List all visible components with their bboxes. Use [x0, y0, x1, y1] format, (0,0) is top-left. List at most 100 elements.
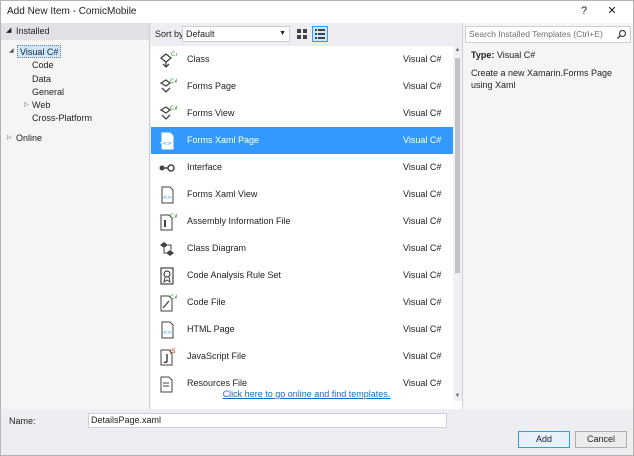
- template-language: Visual C#: [403, 324, 442, 334]
- collapsed-arrow-icon[interactable]: ▷: [24, 99, 29, 112]
- template-row-forms-xaml-page[interactable]: <> Forms Xaml Page Visual C#: [151, 127, 453, 154]
- collapsed-arrow-icon[interactable]: ▷: [7, 132, 12, 145]
- tree-item-code[interactable]: Code: [32, 59, 54, 72]
- template-language: Visual C#: [403, 81, 442, 91]
- svg-text:<>: <>: [163, 141, 173, 147]
- template-language: Visual C#: [403, 54, 442, 64]
- name-label: Name:: [9, 416, 36, 426]
- template-language: Visual C#: [403, 216, 442, 226]
- svg-text:JS: JS: [169, 348, 176, 355]
- medium-icons-view-button[interactable]: [294, 26, 310, 42]
- tree-item-label: Web: [32, 100, 51, 110]
- template-name: Assembly Information File: [187, 216, 291, 226]
- tree-item-label: Online: [16, 133, 43, 143]
- installed-header[interactable]: ◢ Installed: [1, 23, 149, 40]
- tree-item-cross-platform[interactable]: Cross-Platform: [32, 112, 92, 125]
- template-name: Interface: [187, 162, 223, 172]
- add-button[interactable]: Add: [518, 431, 570, 448]
- template-description: Create a new Xamarin.Forms Page using Xa…: [471, 68, 613, 90]
- template-name: Class Diagram: [187, 243, 247, 253]
- template-language: Visual C#: [403, 351, 442, 361]
- tree-item-visual-csharp[interactable]: Visual C#: [17, 45, 62, 58]
- xaml-view-icon: <>: [161, 186, 174, 204]
- installed-label: Installed: [16, 26, 50, 36]
- template-row-html-page[interactable]: <> HTML Page Visual C#: [151, 316, 453, 343]
- forms-page-icon: C#: [159, 78, 177, 93]
- close-button[interactable]: ✕: [603, 3, 621, 19]
- svg-text:C#: C#: [170, 213, 177, 220]
- javascript-file-icon: JS: [160, 348, 176, 366]
- rule-set-icon: [160, 267, 174, 285]
- scroll-thumb[interactable]: [455, 58, 460, 273]
- template-name: JavaScript File: [187, 351, 247, 361]
- dropdown-arrow-icon: ▼: [279, 30, 286, 37]
- details-panel: Search Installed Templates (Ctrl+E) Type…: [462, 23, 633, 409]
- list-view-icon: [315, 29, 325, 39]
- title-bar: Add New Item - ComicMobile ? ✕: [1, 1, 633, 23]
- type-label: Type:: [471, 50, 495, 60]
- expanded-arrow-icon[interactable]: ◢: [9, 45, 14, 58]
- code-file-icon: C#: [160, 294, 177, 312]
- scroll-up-arrow-icon[interactable]: ▲: [453, 46, 462, 55]
- template-row-class-diagram[interactable]: Class Diagram Visual C#: [151, 235, 453, 262]
- svg-text:<>: <>: [163, 330, 173, 336]
- tree-item-online[interactable]: Online: [16, 132, 42, 145]
- template-list: C# Class Visual C# C# Forms Page Visual …: [151, 46, 453, 401]
- search-icon[interactable]: [616, 29, 627, 40]
- template-language: Visual C#: [403, 297, 442, 307]
- template-panel: Sort by: Default ▼ C Class Visual C# C F…: [151, 23, 462, 409]
- vertical-scrollbar[interactable]: ▲ ▼: [453, 46, 462, 401]
- template-language: Visual C#: [403, 270, 442, 280]
- template-row-interface[interactable]: Interface Visual C#: [151, 154, 453, 181]
- help-button[interactable]: ?: [575, 3, 593, 19]
- collapse-arrow-icon: ◢: [6, 27, 12, 34]
- type-value: Visual C#: [496, 50, 536, 60]
- template-name: Forms View: [187, 108, 235, 118]
- template-row-code-analysis-rule-set[interactable]: Code Analysis Rule Set Visual C#: [151, 262, 453, 289]
- type-info: Type: Visual C#: [471, 50, 535, 60]
- search-placeholder: Search Installed Templates (Ctrl+E): [469, 29, 603, 39]
- tree-item-label: General: [32, 87, 65, 97]
- search-input[interactable]: Search Installed Templates (Ctrl+E): [465, 26, 631, 43]
- template-name: Forms Xaml View: [187, 189, 258, 199]
- tree-item-label: Visual C#: [20, 47, 59, 57]
- template-row-forms-view[interactable]: C# Forms View Visual C#: [151, 100, 453, 127]
- template-language: Visual C#: [403, 243, 442, 253]
- template-row-forms-page[interactable]: C# Forms Page Visual C#: [151, 73, 453, 100]
- template-language: Visual C#: [403, 162, 442, 172]
- template-row-assembly-information-file[interactable]: C# Assembly Information File Visual C#: [151, 208, 453, 235]
- template-row-forms-xaml-view[interactable]: <> Forms Xaml View Visual C#: [151, 181, 453, 208]
- assembly-info-icon: C#: [160, 213, 177, 231]
- svg-text:C#: C#: [170, 78, 177, 85]
- template-language: Visual C#: [403, 378, 442, 388]
- template-name: Resources File: [187, 378, 248, 388]
- cancel-button[interactable]: Cancel: [575, 431, 627, 448]
- sort-dropdown[interactable]: Default ▼: [182, 26, 290, 42]
- template-language: Visual C#: [403, 108, 442, 118]
- sort-value: Default: [186, 29, 215, 39]
- html-page-icon: <>: [161, 321, 174, 339]
- name-field[interactable]: DetailsPage.xaml: [88, 413, 447, 428]
- template-name: Forms Page: [187, 81, 237, 91]
- tree-item-web[interactable]: Web: [32, 99, 50, 112]
- template-row-class[interactable]: C# Class Visual C#: [151, 46, 453, 73]
- template-name: Class: [187, 54, 210, 64]
- tree-item-label: Code: [32, 60, 54, 70]
- list-view-button[interactable]: [312, 26, 328, 42]
- svg-text:C#: C#: [171, 51, 177, 58]
- sort-toolbar: Sort by: Default ▼: [151, 23, 462, 46]
- template-row-javascript-file[interactable]: JS JavaScript File Visual C#: [151, 343, 453, 370]
- template-name: Code File: [187, 297, 226, 307]
- interface-icon: [159, 164, 175, 172]
- template-language: Visual C#: [403, 135, 442, 145]
- svg-text:C#: C#: [170, 105, 177, 112]
- tree-item-general[interactable]: General: [32, 86, 64, 99]
- template-row-code-file[interactable]: C# Code File Visual C#: [151, 289, 453, 316]
- add-new-item-dialog: Add New Item - ComicMobile ? ✕ ◢ Install…: [0, 0, 634, 456]
- tree-item-label: Cross-Platform: [32, 113, 93, 123]
- class-diagram-icon: [160, 242, 174, 256]
- tree-item-data[interactable]: Data: [32, 73, 51, 86]
- template-language: Visual C#: [403, 189, 442, 199]
- online-templates-link[interactable]: Click here to go online and find templat…: [151, 389, 462, 399]
- tree-item-label: Data: [32, 74, 52, 84]
